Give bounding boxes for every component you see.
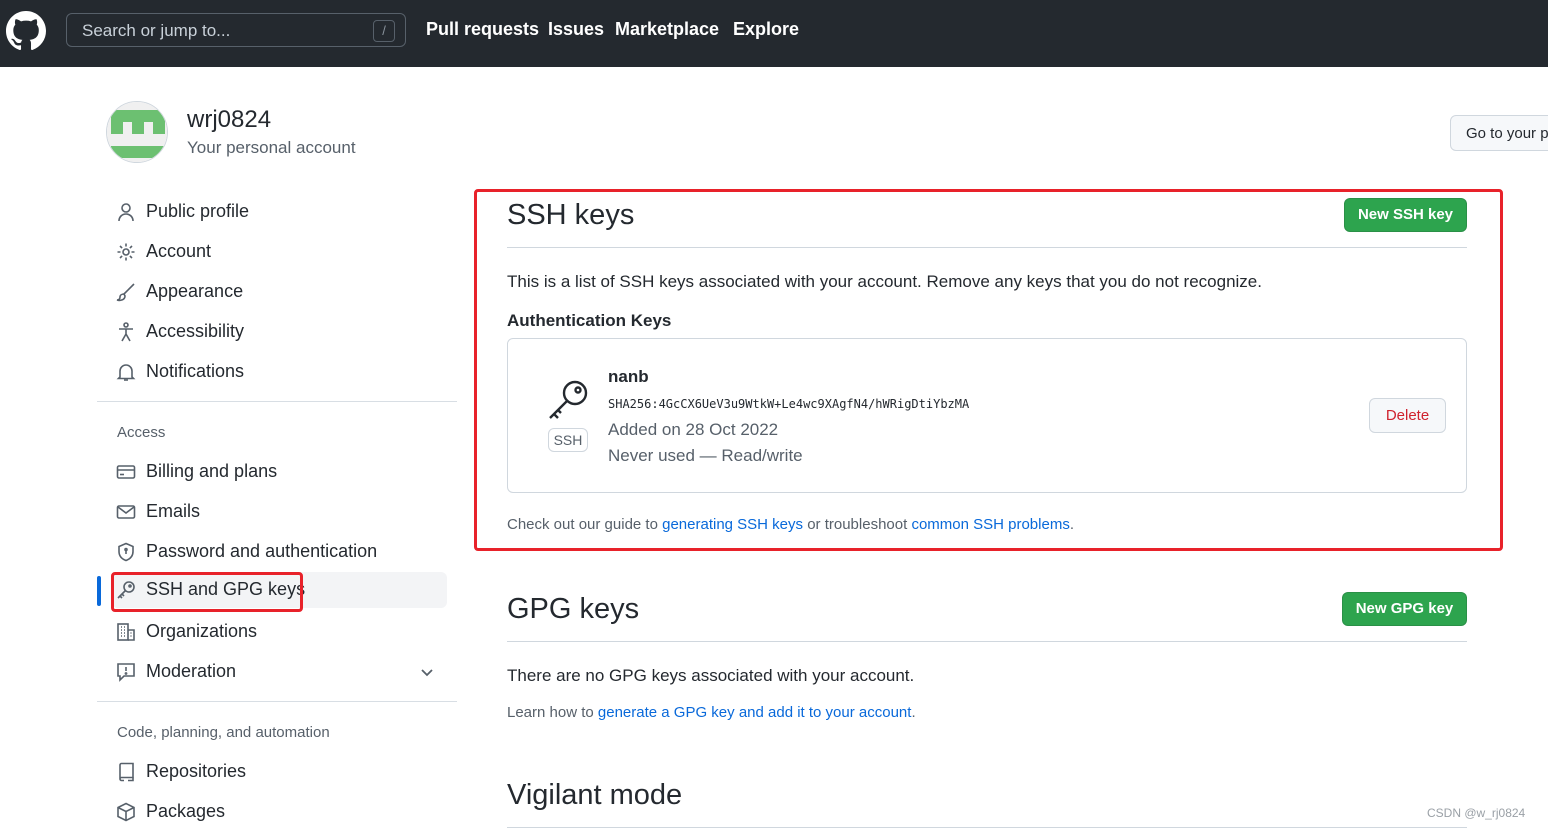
- sidebar-item-public-profile[interactable]: Public profile: [112, 194, 447, 230]
- account-username[interactable]: wrj0824: [187, 106, 271, 134]
- gpg-learn-text: Learn how to generate a GPG key and add …: [507, 704, 916, 721]
- nav-issues[interactable]: Issues: [548, 19, 604, 40]
- new-gpg-key-button[interactable]: New GPG key: [1342, 592, 1467, 626]
- ssh-section-highlight-annotation: [474, 189, 1503, 551]
- sidebar-item-emails[interactable]: Emails: [112, 494, 447, 530]
- paintbrush-icon: [116, 283, 135, 302]
- sidebar-active-indicator: [97, 576, 101, 606]
- account-subtitle: Your personal account: [187, 138, 356, 157]
- sidebar-item-billing[interactable]: Billing and plans: [112, 454, 447, 490]
- sidebar-item-notifications[interactable]: Notifications: [112, 354, 447, 390]
- nav-explore[interactable]: Explore: [733, 19, 799, 40]
- person-icon: [118, 203, 134, 222]
- sidebar-item-label: Notifications: [146, 361, 245, 381]
- section-divider: [507, 827, 1467, 828]
- sidebar-item-appearance[interactable]: Appearance: [112, 274, 447, 310]
- sidebar-item-moderation[interactable]: Moderation: [112, 654, 447, 690]
- section-divider: [507, 641, 1467, 642]
- gpg-learn-prefix: Learn how to: [507, 704, 598, 721]
- organization-icon: [117, 623, 135, 641]
- mail-icon: [116, 505, 136, 519]
- package-icon: [117, 802, 135, 822]
- bell-icon: [116, 364, 136, 381]
- chevron-down-icon[interactable]: [419, 664, 435, 680]
- sidebar-highlight-annotation: [111, 572, 303, 612]
- nav-pull-requests[interactable]: Pull requests: [426, 19, 539, 40]
- sidebar-item-organizations[interactable]: Organizations: [112, 614, 447, 650]
- avatar[interactable]: [106, 101, 168, 163]
- sidebar-item-label: Billing and plans: [146, 461, 278, 481]
- go-to-profile-button[interactable]: Go to your personal profile: [1450, 115, 1548, 151]
- github-logo-icon[interactable]: [6, 11, 46, 51]
- accessibility-icon: [119, 322, 133, 342]
- sidebar-item-repositories[interactable]: Repositories: [112, 754, 447, 790]
- sidebar-item-label: Packages: [146, 801, 226, 821]
- sidebar-item-accessibility[interactable]: Accessibility: [112, 314, 447, 350]
- sidebar-item-label: Emails: [146, 501, 201, 521]
- shield-lock-icon: [118, 542, 134, 562]
- generate-gpg-key-link[interactable]: generate a GPG key and add it to your ac…: [598, 704, 912, 721]
- sidebar-item-label: Organizations: [146, 621, 258, 641]
- sidebar-item-account[interactable]: Account: [112, 234, 447, 270]
- nav-marketplace[interactable]: Marketplace: [615, 19, 719, 40]
- search-input[interactable]: Search or jump to... /: [66, 13, 406, 47]
- sidebar-heading-access: Access: [117, 424, 166, 441]
- sidebar-item-label: Appearance: [146, 281, 244, 301]
- gpg-keys-title: GPG keys: [507, 593, 640, 625]
- report-icon: [117, 663, 135, 682]
- credit-card-icon: [116, 465, 136, 479]
- sidebar-heading-code: Code, planning, and automation: [117, 724, 330, 741]
- sidebar-item-password-authentication[interactable]: Password and authentication: [112, 534, 447, 570]
- watermark: CSDN @w_rj0824: [1427, 806, 1526, 820]
- gpg-empty-text: There are no GPG keys associated with yo…: [507, 666, 915, 685]
- sidebar-item-label: Public profile: [146, 201, 250, 221]
- repo-icon: [119, 762, 134, 782]
- gear-icon: [117, 243, 135, 261]
- sidebar-item-label: Password and authentication: [146, 541, 378, 561]
- top-header: Search or jump to... / Pull requests Iss…: [0, 0, 1548, 67]
- sidebar-divider: [97, 701, 457, 702]
- sidebar-item-label: Moderation: [146, 661, 237, 681]
- gpg-learn-suffix: .: [911, 704, 916, 721]
- sidebar-item-label: Accessibility: [146, 321, 245, 341]
- sidebar-item-label: Account: [146, 241, 212, 261]
- sidebar-item-label: Repositories: [146, 761, 247, 781]
- sidebar-item-packages[interactable]: Packages: [112, 794, 447, 830]
- search-shortcut-badge: /: [373, 20, 395, 42]
- search-placeholder: Search or jump to...: [82, 21, 231, 40]
- identicon-icon: [107, 102, 167, 162]
- vigilant-mode-title: Vigilant mode: [507, 779, 683, 811]
- sidebar-divider: [97, 401, 457, 402]
